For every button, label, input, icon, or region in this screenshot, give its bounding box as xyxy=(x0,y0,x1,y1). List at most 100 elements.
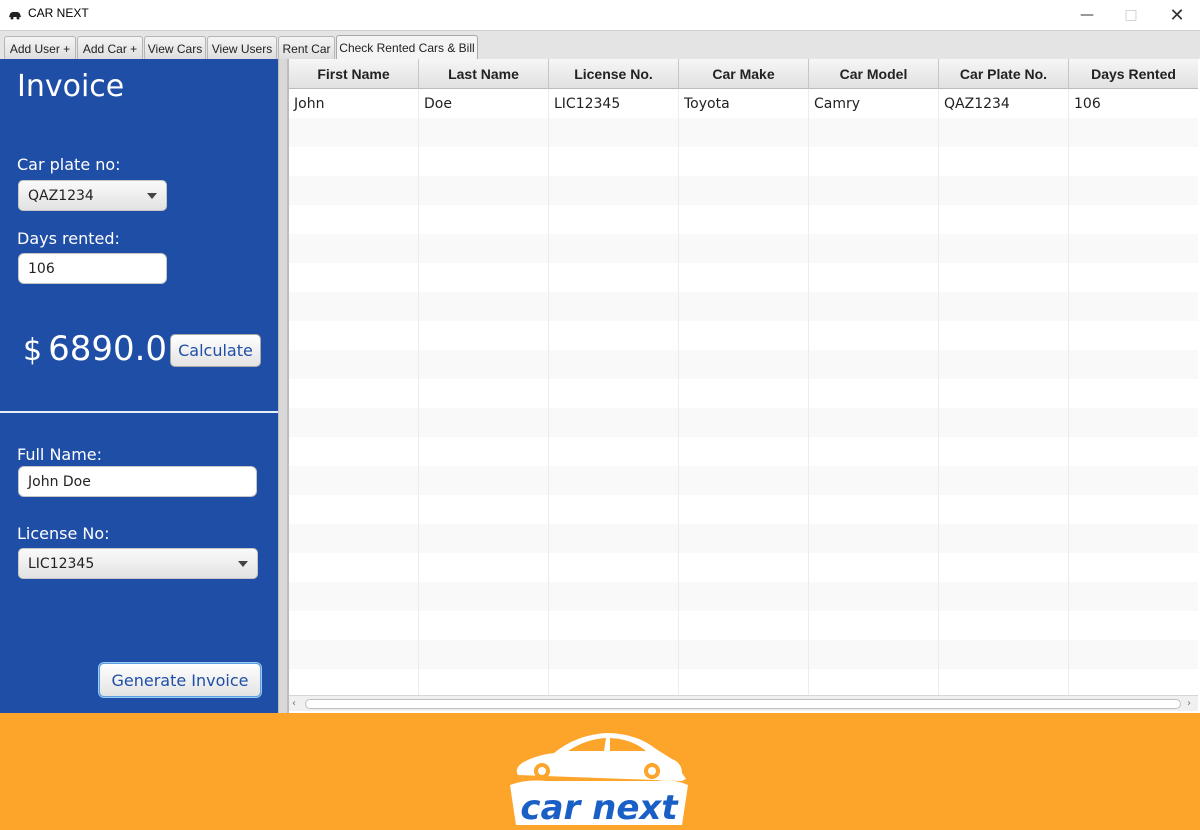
tab-rent-car[interactable]: Rent Car xyxy=(278,36,335,60)
table-row[interactable] xyxy=(289,408,1198,437)
table-cell: 106 xyxy=(1069,89,1198,118)
days-rented-input-value: 106 xyxy=(28,260,55,277)
license-no-select[interactable]: LIC12345 xyxy=(18,548,258,579)
table-cell xyxy=(419,176,549,205)
split-pane-divider[interactable] xyxy=(278,59,288,713)
table-cell xyxy=(289,582,419,611)
table-cell xyxy=(289,176,419,205)
table-row[interactable] xyxy=(289,234,1198,263)
table-row[interactable]: John Doe LIC12345 Toyota Camry QAZ1234 106 xyxy=(289,89,1198,118)
table-row[interactable] xyxy=(289,176,1198,205)
table-cell xyxy=(549,234,679,263)
days-rented-input[interactable]: 106 xyxy=(18,253,167,284)
license-no-label: License No: xyxy=(17,524,110,543)
table-cell xyxy=(419,234,549,263)
table-row[interactable] xyxy=(289,669,1198,698)
table-cell xyxy=(549,263,679,292)
table-cell xyxy=(289,669,419,698)
table-cell xyxy=(549,321,679,350)
table-row[interactable] xyxy=(289,611,1198,640)
table-row[interactable] xyxy=(289,640,1198,669)
license-no-select-value: LIC12345 xyxy=(28,555,95,572)
horizontal-scrollbar[interactable]: ‹ › xyxy=(289,695,1198,711)
column-header[interactable]: Last Name xyxy=(419,59,549,89)
column-header[interactable]: Car Model xyxy=(809,59,939,89)
table-cell xyxy=(939,379,1069,408)
table-row[interactable] xyxy=(289,292,1198,321)
close-icon[interactable]: ✕ xyxy=(1154,0,1200,30)
table-row[interactable] xyxy=(289,379,1198,408)
column-header[interactable]: Car Plate No. xyxy=(939,59,1069,89)
table-row[interactable] xyxy=(289,118,1198,147)
table-cell xyxy=(419,263,549,292)
table-cell xyxy=(419,147,549,176)
table-row[interactable] xyxy=(289,437,1198,466)
table-cell xyxy=(809,582,939,611)
table-cell xyxy=(809,669,939,698)
tab-check-rented-cars-bill[interactable]: Check Rented Cars & Bill xyxy=(336,35,478,60)
tab-bar: Add User + Add Car + View Cars View User… xyxy=(0,30,1200,60)
table-cell xyxy=(549,669,679,698)
table-row[interactable] xyxy=(289,582,1198,611)
rented-cars-table: First Name Last Name License No. Car Make Ca… xyxy=(288,59,1198,713)
car-plate-select[interactable]: QAZ1234 xyxy=(18,180,167,211)
table-cell xyxy=(1069,263,1198,292)
table-cell xyxy=(809,234,939,263)
table-cell xyxy=(679,408,809,437)
table-cell xyxy=(1069,234,1198,263)
scroll-left-icon[interactable]: ‹ xyxy=(292,699,302,709)
table-cell xyxy=(419,582,549,611)
table-cell xyxy=(679,292,809,321)
table-row[interactable] xyxy=(289,524,1198,553)
maximize-icon[interactable]: □ xyxy=(1108,0,1154,30)
scrollbar-thumb[interactable] xyxy=(305,699,1181,709)
table-cell xyxy=(679,553,809,582)
column-header[interactable]: Days Rented xyxy=(1069,59,1198,89)
table-cell xyxy=(289,147,419,176)
table-cell xyxy=(419,350,549,379)
full-name-input[interactable]: John Doe xyxy=(18,466,257,497)
table-cell xyxy=(939,669,1069,698)
table-cell xyxy=(419,553,549,582)
table-cell xyxy=(939,466,1069,495)
table-cell xyxy=(549,495,679,524)
car-next-logo: car next xyxy=(510,733,688,828)
table-cell xyxy=(1069,611,1198,640)
table-cell xyxy=(1069,466,1198,495)
minimize-icon[interactable]: — xyxy=(1064,0,1110,30)
tab-view-cars[interactable]: View Cars xyxy=(144,36,206,60)
tab-add-car[interactable]: Add Car + xyxy=(77,36,143,60)
table-cell xyxy=(679,176,809,205)
table-row[interactable] xyxy=(289,350,1198,379)
column-header[interactable]: License No. xyxy=(549,59,679,89)
table-cell xyxy=(679,495,809,524)
table-cell xyxy=(419,669,549,698)
table-cell xyxy=(679,466,809,495)
generate-invoice-button[interactable]: Generate Invoice xyxy=(99,663,261,697)
table-cell xyxy=(1069,118,1198,147)
table-row[interactable] xyxy=(289,147,1198,176)
table-cell xyxy=(939,553,1069,582)
table-cell xyxy=(1069,582,1198,611)
table-row[interactable] xyxy=(289,321,1198,350)
table-cell xyxy=(289,350,419,379)
table-cell: Doe xyxy=(419,89,549,118)
calculate-button[interactable]: Calculate xyxy=(170,334,261,367)
scroll-right-icon[interactable]: › xyxy=(1187,699,1197,709)
table-cell xyxy=(289,263,419,292)
table-cell xyxy=(809,176,939,205)
table-cell xyxy=(419,495,549,524)
column-header[interactable]: Car Make xyxy=(679,59,809,89)
table-row[interactable] xyxy=(289,263,1198,292)
table-row[interactable] xyxy=(289,495,1198,524)
tab-add-user[interactable]: Add User + xyxy=(4,36,76,60)
chevron-down-icon xyxy=(147,193,157,199)
table-row[interactable] xyxy=(289,553,1198,582)
table-cell xyxy=(679,147,809,176)
tab-view-users[interactable]: View Users xyxy=(207,36,277,60)
table-row[interactable] xyxy=(289,205,1198,234)
table-row[interactable] xyxy=(289,466,1198,495)
column-header[interactable]: First Name xyxy=(289,59,419,89)
table-cell xyxy=(809,553,939,582)
table-cell xyxy=(679,669,809,698)
